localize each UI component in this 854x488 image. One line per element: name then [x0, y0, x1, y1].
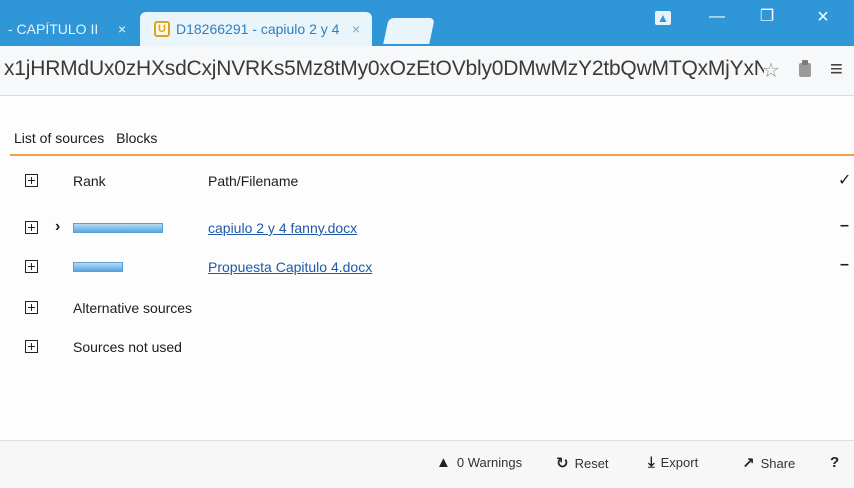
expand-icon[interactable] — [25, 301, 38, 314]
tab-close-icon[interactable]: × — [118, 12, 126, 46]
export-label: Export — [660, 455, 699, 470]
expand-icon[interactable] — [25, 221, 38, 234]
warning-icon: ▲ — [436, 454, 451, 471]
warnings-label: 0 Warnings — [456, 455, 523, 470]
close-window-button[interactable]: × — [800, 0, 846, 34]
browser-titlebar: - CAPÍTULO II × U D18266291 - capiulo 2 … — [0, 0, 854, 46]
path-column-header: Path/Filename — [208, 173, 299, 189]
help-icon: ? — [830, 454, 840, 471]
source-row[interactable]: › capiulo 2 y 4 fanny.docx – — [0, 217, 854, 241]
source-tabs: List of sources Blocks — [14, 130, 165, 146]
match-rank-bar — [73, 262, 123, 272]
share-label: Share — [760, 456, 796, 471]
match-rank-bar — [73, 223, 163, 233]
exclude-source-toggle[interactable]: – — [840, 256, 849, 274]
rank-column-header: Rank — [73, 173, 106, 189]
tab-capitulo[interactable]: - CAPÍTULO II × — [0, 12, 150, 46]
footer-toolbar: ▲ 0 Warnings ↻ Reset ⤓ Export ↗ Share ? — [0, 441, 854, 488]
group-label: Sources not used — [73, 339, 182, 355]
tab-active-document[interactable]: U D18266291 - capiulo 2 y 4 × — [140, 12, 372, 46]
tab-blocks[interactable]: Blocks — [116, 130, 157, 146]
share-icon: ↗ — [742, 455, 755, 472]
warnings-button[interactable]: ▲ 0 Warnings — [436, 454, 522, 471]
reset-button[interactable]: ↻ Reset — [556, 454, 609, 472]
user-icon: ▲ — [655, 11, 671, 25]
source-row[interactable]: Propuesta Capitulo 4.docx – — [0, 256, 854, 280]
url-field[interactable]: x1jHRMdUx0zHXsdCxjNVRKs5Mz8tMy0xOzEtOVbl… — [4, 57, 764, 81]
share-button[interactable]: ↗ Share — [742, 454, 795, 472]
tab-title: D18266291 - capiulo 2 y 4 — [176, 21, 340, 37]
expand-icon[interactable] — [25, 260, 38, 273]
source-file-link[interactable]: Propuesta Capitulo 4.docx — [208, 259, 372, 275]
check-all-icon[interactable]: ✓ — [838, 170, 851, 190]
extension-icon[interactable] — [796, 59, 814, 79]
help-button[interactable]: ? — [830, 454, 845, 471]
alternative-sources-row[interactable]: Alternative sources — [0, 297, 854, 321]
group-label: Alternative sources — [73, 300, 193, 316]
urkund-favicon-icon: U — [154, 21, 170, 37]
tab-title: - CAPÍTULO II — [8, 21, 99, 37]
expand-icon[interactable] — [25, 340, 38, 353]
maximize-button[interactable]: ❐ — [744, 0, 790, 34]
tabs-underline — [10, 154, 854, 156]
sources-header-row: Rank Path/Filename ✓ — [0, 170, 854, 194]
bookmark-star-icon[interactable]: ☆ — [762, 58, 780, 83]
expand-all-icon[interactable] — [25, 174, 38, 187]
reset-label: Reset — [574, 456, 609, 471]
address-bar: x1jHRMdUx0zHXsdCxjNVRKs5Mz8tMy0xOzEtOVbl… — [0, 46, 854, 96]
sources-not-used-row[interactable]: Sources not used — [0, 336, 854, 360]
user-profile-button[interactable]: ▲ — [648, 4, 678, 32]
browser-menu-icon[interactable]: ≡ — [830, 56, 843, 82]
export-button[interactable]: ⤓ Export — [648, 454, 698, 471]
chevron-right-icon[interactable]: › — [55, 218, 60, 236]
tab-list-of-sources[interactable]: List of sources — [14, 130, 104, 146]
export-icon: ⤓ — [648, 454, 655, 471]
source-file-link[interactable]: capiulo 2 y 4 fanny.docx — [208, 220, 357, 236]
new-tab-button[interactable] — [383, 18, 435, 44]
exclude-source-toggle[interactable]: – — [840, 217, 849, 235]
reset-icon: ↻ — [556, 455, 569, 472]
minimize-button[interactable]: — — [694, 0, 740, 34]
tab-close-icon[interactable]: × — [352, 12, 360, 46]
